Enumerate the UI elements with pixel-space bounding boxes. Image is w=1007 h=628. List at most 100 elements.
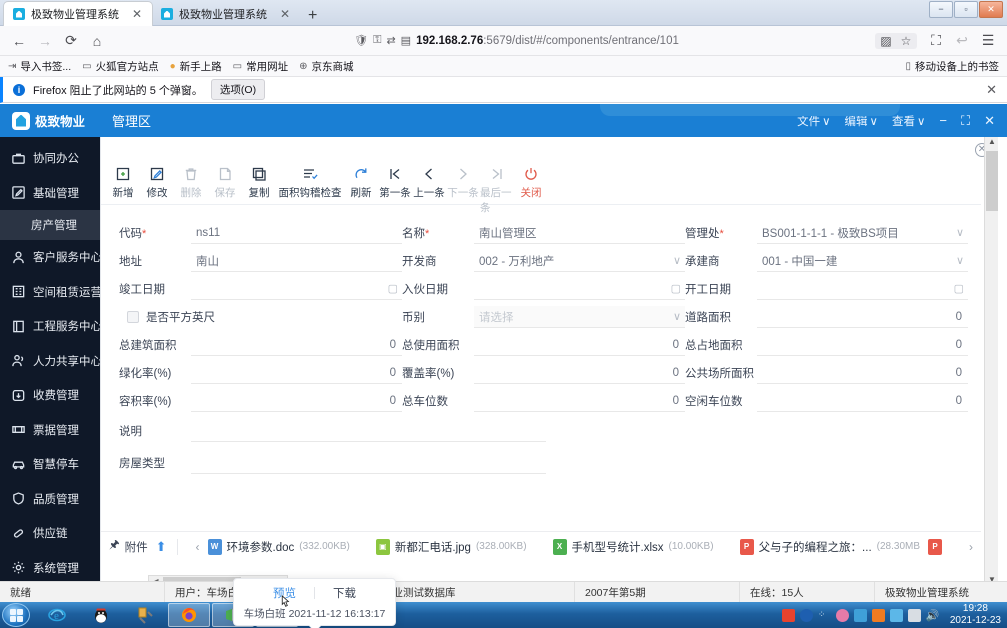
toolbar-refresh-button[interactable]: 刷新 [344,163,378,200]
sidebar-item-charge-management[interactable]: 收费管理 [0,378,100,413]
page-action-icon[interactable]: ▤ [401,34,411,47]
taskbar-tool-icon[interactable] [124,603,166,627]
battery-icon[interactable] [907,608,921,622]
bookmark-mobile[interactable]: ▯ 移动设备上的书签 [905,59,999,74]
flame-icon[interactable] [871,608,885,622]
toolbar-close-button[interactable]: 关闭 [514,163,548,200]
flower-icon[interactable] [835,608,849,622]
sidebar-item-space-leasing[interactable]: 空间租赁运营 [0,275,100,310]
browser-tab-1[interactable]: 极致物业管理系统 ✕ [4,2,152,26]
attachment-item[interactable]: P [928,538,943,555]
volume-icon[interactable]: 🔊 [926,609,940,622]
back-icon[interactable]: ← [6,29,32,53]
window-close-button[interactable]: ✕ [979,1,1003,18]
app-close-button[interactable]: ✕ [984,113,995,129]
sogou-icon[interactable] [781,608,795,622]
reader-icon[interactable]: ⇄ [386,34,395,47]
taskbar-firefox-icon[interactable] [168,603,210,627]
name-input[interactable]: 南山管理区 [474,222,685,244]
reload-icon[interactable]: ⟳ [58,29,84,53]
management-office-select[interactable]: BS001-1-1-1 - 极致BS项目 ∨ [757,222,968,244]
toolbar-delete-button[interactable]: 删除 [174,163,208,200]
tab-close-icon[interactable]: ✕ [278,7,292,21]
house-type-input[interactable] [191,452,546,474]
panel-vertical-scrollbar[interactable]: ▲ ▼ [984,137,998,588]
preview-link[interactable]: 预览 [255,585,314,601]
completion-date-input[interactable]: ▢ [191,278,402,300]
browser-tab-2[interactable]: 极致物业管理系统 ✕ [152,2,300,26]
toolbar-edit-button[interactable]: 修改 [140,163,174,200]
toolbar-prev-button[interactable]: 上一条 [412,163,446,200]
paint-icon[interactable] [853,608,867,622]
toolbar-copy-button[interactable]: 复制 [242,163,276,200]
sidebar-item-property-management[interactable]: 房产管理 [0,210,100,240]
attachment-next-arrow[interactable]: › [961,540,981,554]
help-icon[interactable] [799,608,813,622]
attachment-item[interactable]: X 手机型号统计.xlsx (10.00KB) [552,538,714,555]
screen-icon[interactable] [889,608,903,622]
app-minimize-button[interactable]: − [939,113,947,128]
total-usable-area-input[interactable]: 0 [474,334,685,356]
address-bar[interactable]: 🛡 ⚿ ⇄ ▤ 192.168.2.76:5679/dist/#/compone… [116,30,917,52]
screenshot-icon[interactable]: ⛶ [923,29,949,53]
sync-icon[interactable]: ↩ [949,29,975,53]
window-minimize-button[interactable]: − [929,1,953,18]
attachment-item[interactable]: ▣ 新都汇电话.jpg (328.00KB) [375,538,527,555]
total-building-area-input[interactable]: 0 [191,334,402,356]
occupancy-date-input[interactable]: ▢ [474,278,685,300]
window-maximize-button[interactable]: ▫ [954,1,978,18]
toolbar-next-button[interactable]: 下一条 [446,163,480,200]
road-area-input[interactable]: 0 [757,306,968,328]
code-input[interactable]: ns11 [191,222,402,244]
free-parking-input[interactable]: 0 [757,390,968,412]
app-maximize-button[interactable]: ⛶ [961,113,970,129]
bookmark-getting-started[interactable]: ● 新手上路 [170,59,222,74]
sidebar-item-quality-management[interactable]: 品质管理 [0,482,100,517]
public-area-input[interactable]: 0 [757,362,968,384]
sidebar-item-engineering-service[interactable]: 工程服务中心 [0,309,100,344]
attachment-prev-arrow[interactable]: ‹ [188,540,208,554]
developer-select[interactable]: 002 - 万利地产 ∨ [474,250,685,272]
sidebar-item-customer-service[interactable]: 客户服务中心 [0,240,100,275]
new-tab-button[interactable]: + [300,8,325,26]
sidebar-item-smart-parking[interactable]: 智慧停车 [0,447,100,482]
toolbar-save-button[interactable]: 保存 [208,163,242,200]
total-land-area-input[interactable]: 0 [757,334,968,356]
sidebar-item-basic-management[interactable]: 基础管理 [0,176,100,211]
checkbox-box[interactable] [127,311,139,323]
notification-close-icon[interactable]: ✕ [986,82,997,98]
attachment-item[interactable]: W 环境参数.doc (332.00KB) [207,538,350,555]
permission-icon[interactable]: ⚿ [373,34,381,47]
sidebar-item-system-management[interactable]: 系统管理 [0,551,100,586]
toolbar-first-button[interactable]: 第一条 [378,163,412,200]
home-icon[interactable]: ⌂ [84,29,110,53]
start-date-input[interactable]: ▢ [757,278,968,300]
taskbar-qq-icon[interactable] [80,603,122,627]
shield-icon[interactable]: 🛡 [354,34,368,47]
plot-ratio-input[interactable]: 0 [191,390,402,412]
bookmark-star-icon[interactable]: ☆ [898,34,914,48]
sidebar-item-receipt-management[interactable]: 票据管理 [0,413,100,448]
qr-icon[interactable]: ▨ [878,34,894,48]
attachment-item[interactable]: P 父与子的编程之旅：... (28.30MB [739,538,920,555]
download-link[interactable]: 下载 [315,585,374,601]
square-feet-checkbox[interactable]: 是否平方英尺 [119,309,215,325]
bookmark-import[interactable]: ⇥ 导入书签... [8,59,71,74]
total-parking-input[interactable]: 0 [474,390,685,412]
start-button[interactable] [2,603,30,627]
scroll-thumb[interactable] [986,151,998,211]
description-input[interactable] [191,420,546,442]
green-rate-input[interactable]: 0 [191,362,402,384]
currency-select[interactable]: 请选择 ∨ [474,306,685,328]
contractor-select[interactable]: 001 - 中国一建 ∨ [757,250,968,272]
toolbar-area-check-button[interactable]: 面积钩稽检查 [276,163,344,200]
sidebar-item-supply-chain[interactable]: 供应链 [0,516,100,551]
sidebar-item-hr-shared-center[interactable]: 人力共享中心 [0,344,100,379]
upload-icon[interactable]: ⬆ [156,539,167,555]
forward-icon[interactable]: → [32,29,58,53]
taskbar-internet-explorer-icon[interactable]: e [36,603,78,627]
address-input[interactable]: 南山 [191,250,402,272]
taskbar-clock[interactable]: 19:28 2021-12-23 [944,603,1001,627]
bookmark-common-sites[interactable]: ▭ 常用网址 [233,59,288,74]
bookmark-firefox-site[interactable]: ▭ 火狐官方站点 [82,59,158,74]
